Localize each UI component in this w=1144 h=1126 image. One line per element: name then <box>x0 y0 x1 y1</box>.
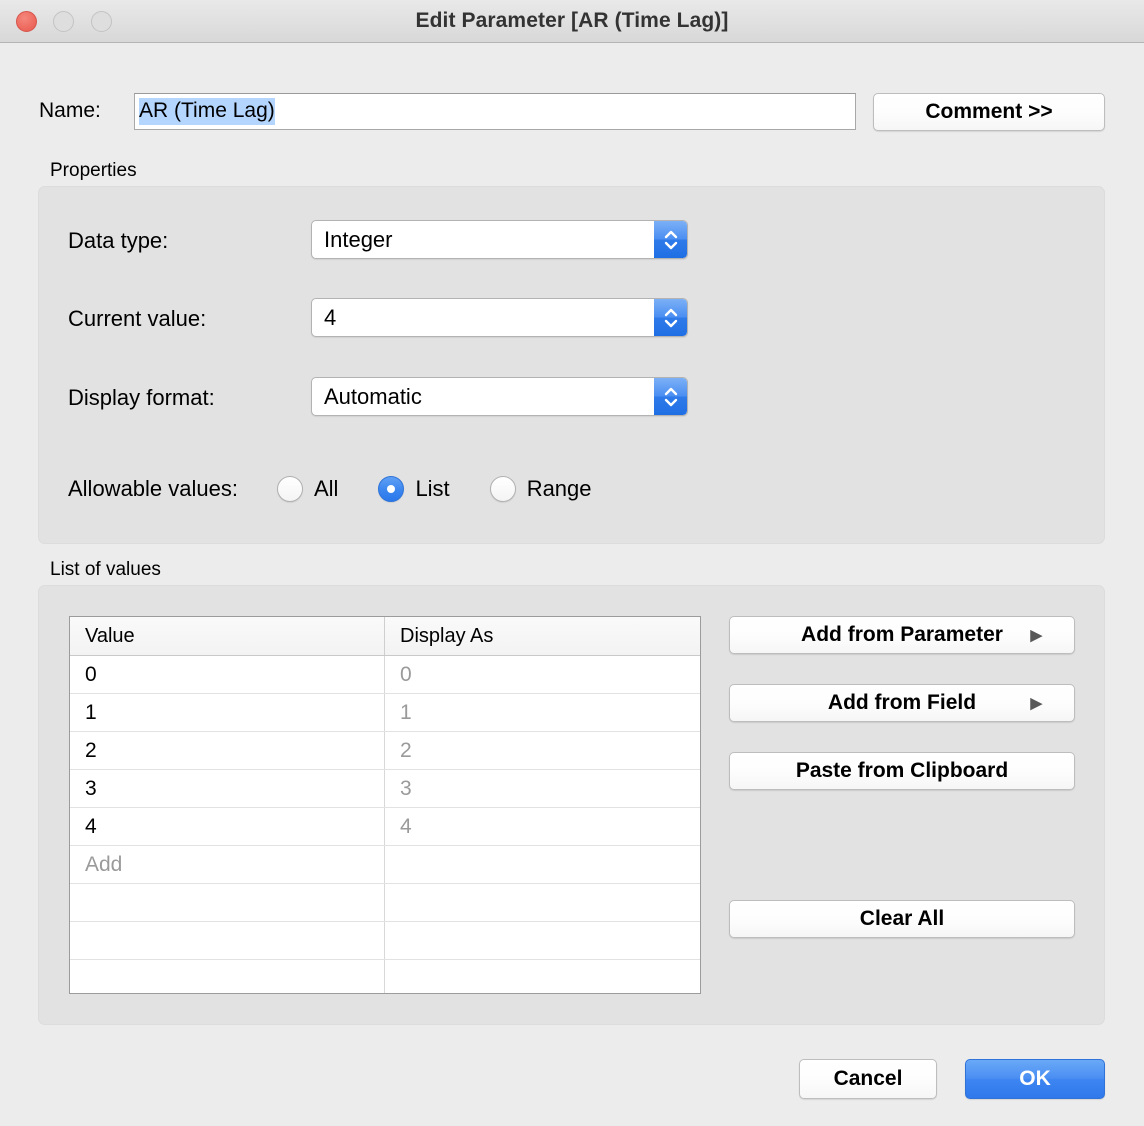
radio-option-all[interactable]: All <box>276 476 339 502</box>
current-value-stepper-icon[interactable] <box>653 299 687 336</box>
submenu-arrow-icon: ▶ <box>1030 626 1042 644</box>
column-header-display-as: Display As <box>400 624 494 647</box>
list-of-values-group-label: List of values <box>50 559 161 580</box>
current-value-value: 4 <box>324 304 337 330</box>
cell-value[interactable] <box>70 960 385 993</box>
cell-display-as[interactable]: 2 <box>385 732 700 769</box>
radio-label-all: All <box>313 476 339 501</box>
table-add-row[interactable]: Add <box>70 846 700 884</box>
column-header-value: Value <box>70 617 385 655</box>
name-label: Name: <box>39 99 101 122</box>
cell-value[interactable]: 4 <box>70 808 385 845</box>
cancel-button[interactable]: Cancel <box>799 1059 937 1099</box>
add-from-field-button[interactable]: Add from Field ▶ <box>729 684 1075 722</box>
cell-display-as[interactable] <box>385 960 700 993</box>
cell-value[interactable] <box>70 884 385 921</box>
radio-icon-all[interactable] <box>276 476 303 502</box>
cell-value[interactable]: 3 <box>70 770 385 807</box>
radio-label-list: List <box>415 476 450 501</box>
table-empty-row[interactable] <box>70 922 700 960</box>
window-title: Edit Parameter [AR (Time Lag)] <box>415 9 729 32</box>
table-row[interactable]: 1 1 <box>70 694 700 732</box>
radio-option-list[interactable]: List <box>378 476 450 502</box>
submenu-arrow-icon: ▶ <box>1030 694 1042 712</box>
display-format-stepper-icon[interactable] <box>653 378 687 415</box>
data-type-select[interactable]: Integer <box>311 220 688 259</box>
cell-display-as[interactable]: 4 <box>385 808 700 845</box>
current-value-select[interactable]: 4 <box>311 298 688 337</box>
cell-display-as[interactable]: 3 <box>385 770 700 807</box>
add-from-field-label: Add from Field <box>827 691 977 714</box>
data-type-stepper-icon[interactable] <box>653 221 687 258</box>
table-row[interactable]: 3 3 <box>70 770 700 808</box>
title-bar: Edit Parameter [AR (Time Lag)] <box>0 0 1144 43</box>
cell-value[interactable]: 0 <box>70 656 385 693</box>
cell-display-as[interactable] <box>385 884 700 921</box>
data-type-value: Integer <box>324 226 393 252</box>
edit-parameter-dialog: Edit Parameter [AR (Time Lag)] Name: AR … <box>0 0 1144 1126</box>
clear-all-button[interactable]: Clear All <box>729 900 1075 938</box>
radio-option-range[interactable]: Range <box>489 476 592 502</box>
cell-display-as[interactable]: 1 <box>385 694 700 731</box>
cell-value[interactable] <box>70 922 385 959</box>
cell-value[interactable]: 1 <box>70 694 385 731</box>
add-from-parameter-label: Add from Parameter <box>801 623 1003 646</box>
table-row[interactable]: 0 0 <box>70 656 700 694</box>
cell-display-as[interactable] <box>385 922 700 959</box>
properties-group-label: Properties <box>50 160 137 181</box>
display-format-value: Automatic <box>324 383 422 409</box>
allowable-values-label: Allowable values: <box>68 476 238 501</box>
display-format-label: Display format: <box>68 385 215 410</box>
allowable-values-row: Allowable values: All List Range <box>68 476 632 502</box>
comment-button[interactable]: Comment >> <box>873 93 1105 131</box>
name-input-value: AR (Time Lag) <box>139 98 275 125</box>
cell-display-as[interactable]: 0 <box>385 656 700 693</box>
add-from-parameter-button[interactable]: Add from Parameter ▶ <box>729 616 1075 654</box>
table-row[interactable]: 4 4 <box>70 808 700 846</box>
name-input[interactable]: AR (Time Lag) <box>134 93 856 130</box>
table-empty-row[interactable] <box>70 884 700 922</box>
values-table[interactable]: Value Display As 0 0 1 1 2 2 3 3 4 4 Add <box>69 616 701 994</box>
radio-label-range: Range <box>526 476 592 501</box>
radio-icon-list[interactable] <box>378 476 405 502</box>
ok-button[interactable]: OK <box>965 1059 1105 1099</box>
radio-icon-range[interactable] <box>489 476 516 502</box>
data-type-label: Data type: <box>68 228 169 253</box>
current-value-label: Current value: <box>68 306 207 331</box>
add-row-placeholder[interactable]: Add <box>70 846 385 883</box>
display-format-select[interactable]: Automatic <box>311 377 688 416</box>
table-row[interactable]: 2 2 <box>70 732 700 770</box>
cell-value[interactable]: 2 <box>70 732 385 769</box>
table-header-row: Value Display As <box>70 617 700 656</box>
table-empty-row[interactable] <box>70 960 700 993</box>
paste-from-clipboard-button[interactable]: Paste from Clipboard <box>729 752 1075 790</box>
add-row-display-as[interactable] <box>385 846 700 883</box>
